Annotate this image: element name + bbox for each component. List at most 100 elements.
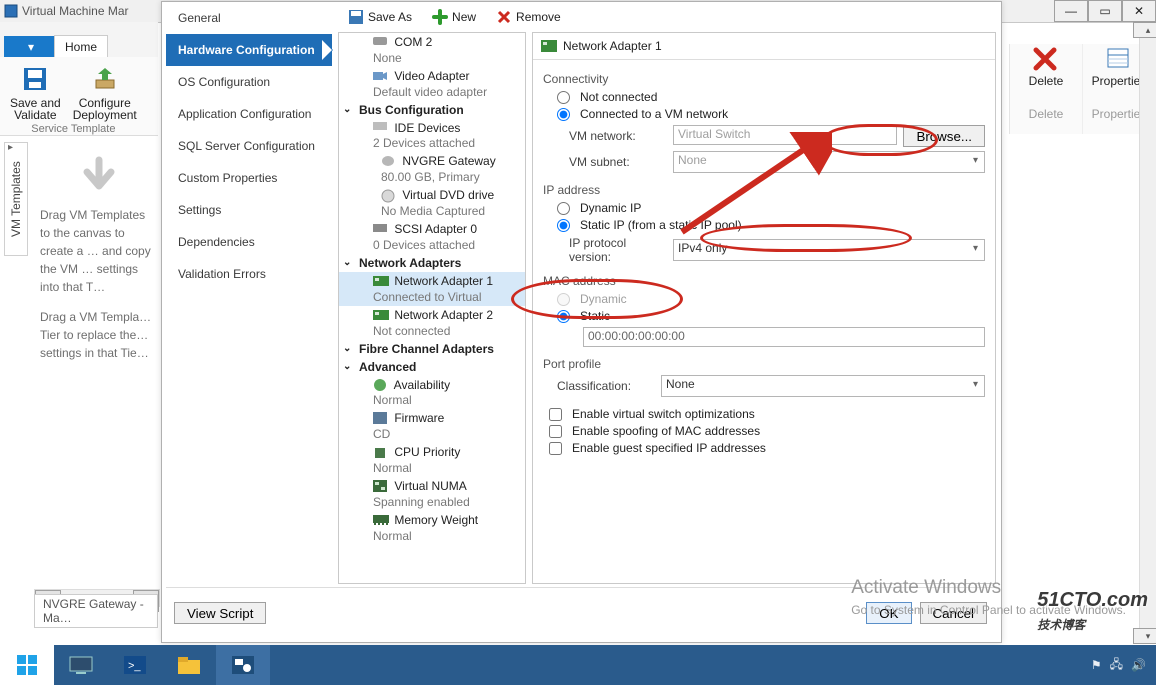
tray-sound-icon[interactable]: 🔊 <box>1131 658 1146 672</box>
mac-address-input[interactable]: 00:00:00:00:00:00 <box>583 327 985 347</box>
hint-para-2: Drag a VM Templa… Tier to replace the… s… <box>40 308 158 362</box>
scsi-label: SCSI Adapter 0 <box>394 222 477 236</box>
scsi-icon <box>373 223 387 237</box>
configure-deployment-button[interactable]: Configure Deployment <box>67 61 143 123</box>
radio-not-connected[interactable] <box>557 91 570 104</box>
vtab-label: VM Templates <box>9 161 23 237</box>
tray-network-icon[interactable]: 🖧 <box>1110 655 1123 676</box>
main-v-scrollbar[interactable]: ▴ ▾ <box>1139 22 1156 644</box>
checkbox-guest-ip[interactable]: Enable guest specified IP addresses <box>549 441 985 455</box>
checkbox-spoof-mac[interactable]: Enable spoofing of MAC addresses <box>549 424 985 438</box>
tree-node-firmware[interactable]: Firmware CD <box>339 409 525 443</box>
tree-node-network-adapter-1[interactable]: Network Adapter 1 Connected to Virtual <box>339 272 525 306</box>
new-label: New <box>452 10 476 24</box>
avail-sub: Normal <box>373 393 521 407</box>
tree-node-cpu[interactable]: CPU Priority Normal <box>339 443 525 477</box>
vm-network-value: Virtual Switch <box>673 125 897 145</box>
tree-node-availability[interactable]: Availability Normal <box>339 376 525 410</box>
com-port-icon <box>373 36 387 50</box>
window-controls: — ▭ ✕ <box>1054 0 1156 22</box>
field-vm-network: VM network: Virtual Switch Browse... <box>569 125 985 147</box>
classification-select[interactable]: None <box>661 375 985 397</box>
tree-section-network[interactable]: ⌄Network Adapters <box>339 254 525 272</box>
close-button[interactable]: ✕ <box>1122 0 1156 22</box>
category-validation-errors[interactable]: Validation Errors <box>166 258 332 290</box>
taskbar-vmm[interactable] <box>216 645 270 685</box>
collapse-icon[interactable]: ⌄ <box>343 361 351 372</box>
tree-section-advanced[interactable]: ⌄Advanced <box>339 358 525 376</box>
remove-button[interactable]: Remove <box>492 9 565 25</box>
hardware-tree[interactable]: COM 2 None Video Adapter Default video a… <box>338 32 526 584</box>
option-mac-dynamic[interactable]: Dynamic <box>557 292 985 306</box>
radio-mac-dynamic[interactable] <box>557 293 570 306</box>
taskbar-server-manager[interactable] <box>54 645 108 685</box>
radio-mac-static[interactable] <box>557 310 570 323</box>
scroll-up-icon[interactable]: ▴ <box>1133 22 1156 38</box>
na2-label: Network Adapter 2 <box>394 308 493 322</box>
delete-button[interactable]: Delete <box>1010 44 1083 89</box>
radio-connected-vm[interactable] <box>557 108 570 121</box>
group-connectivity: Connectivity <box>543 72 985 86</box>
save-and-validate-button[interactable]: Save and Validate <box>4 61 67 123</box>
file-tab[interactable]: ▾ <box>4 36 54 58</box>
vm-templates-vertical-tab[interactable]: VM Templates <box>4 142 28 256</box>
checkbox-vswitch-opt[interactable]: Enable virtual switch optimizations <box>549 407 985 421</box>
collapse-icon[interactable]: ⌄ <box>343 257 351 268</box>
category-settings[interactable]: Settings <box>166 194 332 226</box>
category-os-configuration[interactable]: OS Configuration <box>166 66 332 98</box>
field-mac-static-value: 00:00:00:00:00:00 <box>583 327 985 347</box>
radio-dynamic-ip[interactable] <box>557 202 570 215</box>
tree-node-com2[interactable]: COM 2 None <box>339 33 525 67</box>
tree-node-video[interactable]: Video Adapter Default video adapter <box>339 67 525 101</box>
option-connected-vm[interactable]: Connected to a VM network <box>557 107 985 121</box>
tree-node-nvgre[interactable]: NVGRE Gateway 80.00 GB, Primary <box>339 152 525 186</box>
option-not-connected[interactable]: Not connected <box>557 90 985 104</box>
browse-button[interactable]: Browse... <box>903 125 985 147</box>
numa-label: Virtual NUMA <box>394 479 466 493</box>
chevron-down-icon: ▾ <box>28 40 34 54</box>
new-button[interactable]: New <box>428 9 480 25</box>
option-mac-static[interactable]: Static <box>557 309 985 323</box>
chk-vswitch[interactable] <box>549 408 562 421</box>
radio-static-ip[interactable] <box>557 219 570 232</box>
disk-icon <box>381 155 395 169</box>
save-as-button[interactable]: Save As <box>344 9 416 25</box>
na1-label: Network Adapter 1 <box>394 274 493 288</box>
designer-tab[interactable]: NVGRE Gateway - Ma… <box>34 594 158 628</box>
tree-node-numa[interactable]: Virtual NUMA Spanning enabled <box>339 477 525 511</box>
option-dynamic-ip[interactable]: Dynamic IP <box>557 201 985 215</box>
chk-spoof[interactable] <box>549 425 562 438</box>
collapse-icon[interactable]: ⌄ <box>343 343 351 354</box>
view-script-button[interactable]: View Script <box>174 602 266 624</box>
chk-guest[interactable] <box>549 442 562 455</box>
tree-node-ide[interactable]: IDE Devices 2 Devices attached <box>339 119 525 153</box>
tree-node-memory-weight[interactable]: Memory Weight Normal <box>339 511 525 545</box>
category-dependencies[interactable]: Dependencies <box>166 226 332 258</box>
start-button[interactable] <box>0 645 54 685</box>
tray-flag-icon[interactable]: ⚑ <box>1091 658 1102 672</box>
taskbar-powershell[interactable]: >_ <box>108 645 162 685</box>
category-general[interactable]: General <box>166 2 332 34</box>
category-hardware-configuration[interactable]: Hardware Configuration <box>166 34 332 66</box>
option-static-ip[interactable]: Static IP (from a static IP pool) <box>557 218 985 232</box>
save-validate-label: Save and Validate <box>10 97 61 121</box>
category-sql-server-configuration[interactable]: SQL Server Configuration <box>166 130 332 162</box>
taskbar-explorer[interactable] <box>162 645 216 685</box>
system-tray[interactable]: ⚑ 🖧 🔊 <box>1091 655 1156 676</box>
tree-node-dvd[interactable]: Virtual DVD drive No Media Captured <box>339 186 525 220</box>
minimize-button[interactable]: — <box>1054 0 1088 22</box>
nic-icon <box>373 309 387 323</box>
tree-section-fc[interactable]: ⌄Fibre Channel Adapters <box>339 340 525 358</box>
vm-subnet-select[interactable]: None <box>673 151 985 173</box>
classification-label: Classification: <box>557 379 653 393</box>
firmware-icon <box>373 412 387 426</box>
category-application-configuration[interactable]: Application Configuration <box>166 98 332 130</box>
ip-protocol-select[interactable]: IPv4 only <box>673 239 985 261</box>
tree-section-bus[interactable]: ⌄Bus Configuration <box>339 101 525 119</box>
maximize-button[interactable]: ▭ <box>1088 0 1122 22</box>
tree-node-scsi[interactable]: SCSI Adapter 0 0 Devices attached <box>339 220 525 254</box>
tree-node-network-adapter-2[interactable]: Network Adapter 2 Not connected <box>339 306 525 340</box>
category-custom-properties[interactable]: Custom Properties <box>166 162 332 194</box>
home-tab[interactable]: Home <box>54 35 108 58</box>
collapse-icon[interactable]: ⌄ <box>343 104 351 115</box>
